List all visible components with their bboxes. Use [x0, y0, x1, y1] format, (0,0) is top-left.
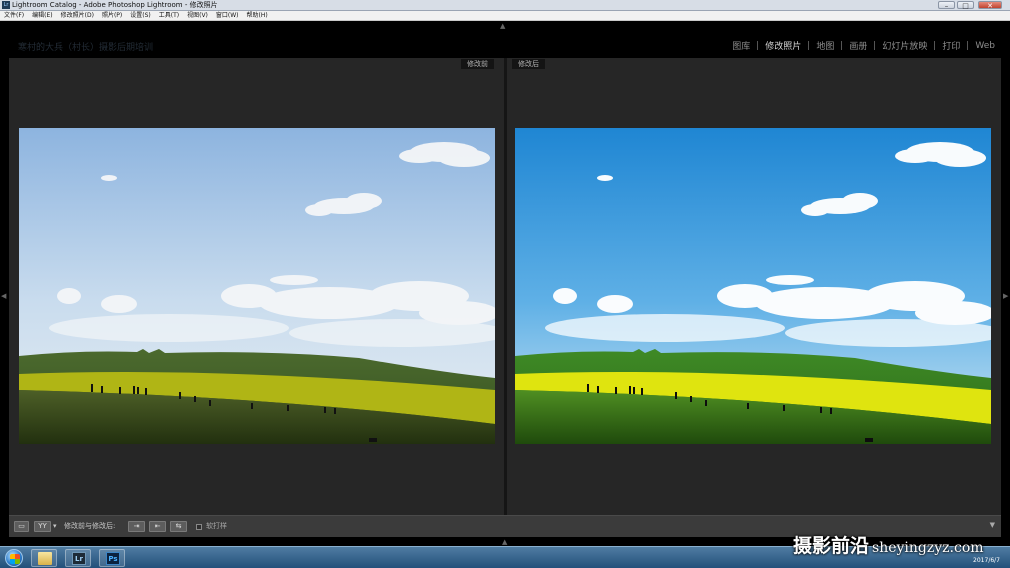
folder-icon — [38, 552, 52, 565]
menu-bar: 文件(F) 编辑(E) 修改照片(D) 照片(P) 设置(S) 工具(T) 视图… — [0, 11, 1010, 21]
watermark-url: sheyingzyz.com — [872, 540, 984, 556]
lightroom-app-icon: Lr — [2, 1, 10, 9]
collapse-filmstrip-icon[interactable]: ▲ — [502, 538, 507, 546]
loupe-view-button[interactable]: ▭ — [14, 521, 29, 532]
close-button[interactable]: ✕ — [978, 1, 1002, 10]
menu-view[interactable]: 视图(V) — [183, 11, 212, 20]
after-photo[interactable] — [515, 128, 991, 444]
left-panel-toggle-icon[interactable]: ◀ — [1, 292, 6, 300]
copy-before-to-after-button[interactable]: ⇥ — [128, 521, 145, 532]
module-header: ▲ 寒村的大兵（村长）摄影后期培训 图库 修改照片 地图 画册 幻灯片放映 打印… — [0, 22, 1010, 58]
watermark: 摄影前沿 sheyingzyz.com — [793, 531, 984, 558]
collapse-top-panel-icon[interactable]: ▲ — [500, 22, 505, 30]
module-map[interactable]: 地图 — [809, 39, 841, 52]
module-web[interactable]: Web — [968, 41, 1002, 51]
toolbar-content-menu-icon[interactable]: ▼ — [990, 521, 995, 529]
window-title-bar: Lr Lightroom Catalog - Adobe Photoshop L… — [0, 0, 1010, 11]
copy-after-to-before-button[interactable]: ⇤ — [149, 521, 166, 532]
watermark-chinese: 摄影前沿 — [793, 535, 870, 557]
before-photo[interactable] — [19, 128, 495, 444]
compare-view: 修改前 修改后 — [9, 58, 1001, 515]
maximize-button[interactable]: □ — [957, 1, 974, 10]
menu-window[interactable]: 窗口(W) — [212, 11, 243, 20]
swap-before-after-button[interactable]: ⇆ — [170, 521, 187, 532]
before-label: 修改前 — [461, 59, 494, 69]
lightroom-icon: Lr — [72, 552, 86, 565]
menu-edit[interactable]: 编辑(E) — [28, 11, 56, 20]
taskbar-lightroom[interactable]: Lr — [65, 549, 91, 567]
menu-file[interactable]: 文件(F) — [0, 11, 28, 20]
photoshop-icon: Ps — [106, 552, 120, 565]
taskbar-explorer[interactable] — [31, 549, 57, 567]
identity-plate: 寒村的大兵（村长）摄影后期培训 — [18, 43, 154, 53]
right-panel-toggle-icon[interactable]: ▶ — [1003, 292, 1008, 300]
module-library[interactable]: 图库 — [725, 39, 757, 52]
module-print[interactable]: 打印 — [935, 39, 967, 52]
menu-develop[interactable]: 修改照片(D) — [57, 11, 98, 20]
module-book[interactable]: 画册 — [842, 39, 874, 52]
soft-proof-checkbox[interactable] — [196, 524, 202, 530]
menu-tools[interactable]: 工具(T) — [155, 11, 183, 20]
tray-date[interactable]: 2017/6/7 — [973, 557, 1000, 564]
windows-logo-icon — [10, 554, 20, 564]
menu-help[interactable]: 帮助(H) — [243, 11, 272, 20]
before-photo-image — [19, 128, 495, 444]
compare-divider — [504, 58, 507, 515]
window-title: Lightroom Catalog - Adobe Photoshop Ligh… — [12, 1, 218, 9]
module-slideshow[interactable]: 幻灯片放映 — [875, 39, 934, 52]
minimize-button[interactable]: – — [938, 1, 955, 10]
menu-settings[interactable]: 设置(S) — [126, 11, 155, 20]
after-photo-image — [515, 128, 991, 444]
before-after-label: 修改前与修改后: — [64, 522, 116, 530]
menu-photo[interactable]: 照片(P) — [98, 11, 126, 20]
taskbar-photoshop[interactable]: Ps — [99, 549, 125, 567]
before-after-view-button[interactable]: YY — [34, 521, 51, 532]
view-mode-dropdown-icon[interactable]: ▾ — [53, 521, 57, 532]
start-button[interactable] — [5, 549, 23, 567]
module-picker: 图库 修改照片 地图 画册 幻灯片放映 打印 Web — [725, 39, 1002, 53]
soft-proof-label: 软打样 — [206, 522, 227, 530]
module-develop[interactable]: 修改照片 — [758, 39, 808, 52]
after-label: 修改后 — [512, 59, 545, 69]
